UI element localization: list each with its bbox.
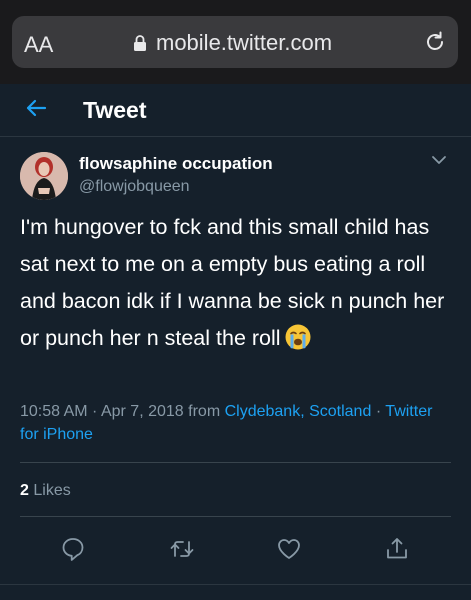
tweet-header — [0, 84, 471, 137]
meta-separator: · — [375, 403, 382, 420]
lock-icon — [134, 35, 146, 51]
likes-number: 2 — [20, 482, 29, 499]
heart-icon[interactable] — [276, 536, 302, 562]
loudly-crying-face-icon — [285, 324, 311, 350]
divider — [20, 462, 451, 463]
share-icon[interactable] — [384, 536, 410, 562]
reload-icon[interactable] — [424, 31, 446, 53]
likes-count[interactable]: 2 Likes — [20, 482, 71, 500]
user-handle[interactable]: @flowjobqueen — [79, 178, 190, 196]
reply-icon[interactable] — [60, 536, 86, 562]
likes-label: Likes — [33, 482, 71, 499]
avatar[interactable] — [20, 152, 68, 200]
retweet-icon[interactable] — [169, 536, 195, 562]
display-name[interactable]: flowsaphine occupation — [79, 154, 273, 174]
tweet-date: Apr 7, 2018 — [100, 403, 184, 420]
location-link[interactable]: Clydebank, Scotland — [225, 403, 372, 420]
from-label: from — [188, 403, 221, 420]
tweet-body: I'm hungover to fck and this small child… — [20, 215, 445, 350]
chevron-down-icon[interactable] — [431, 154, 447, 166]
tweet-text: I'm hungover to fck and this small child… — [20, 209, 460, 357]
tweet-time: 10:58 AM — [20, 403, 88, 420]
url-text[interactable]: mobile.twitter.com — [156, 30, 332, 56]
tweet-meta: 10:58 AM · Apr 7, 2018 from Clydebank, S… — [20, 403, 433, 443]
back-arrow-icon[interactable] — [24, 96, 48, 120]
avatar-image — [20, 152, 68, 200]
divider — [20, 516, 451, 517]
page-title: Tweet — [83, 97, 147, 123]
reader-view-button[interactable]: AA — [24, 32, 53, 58]
bottom-divider — [0, 584, 471, 585]
